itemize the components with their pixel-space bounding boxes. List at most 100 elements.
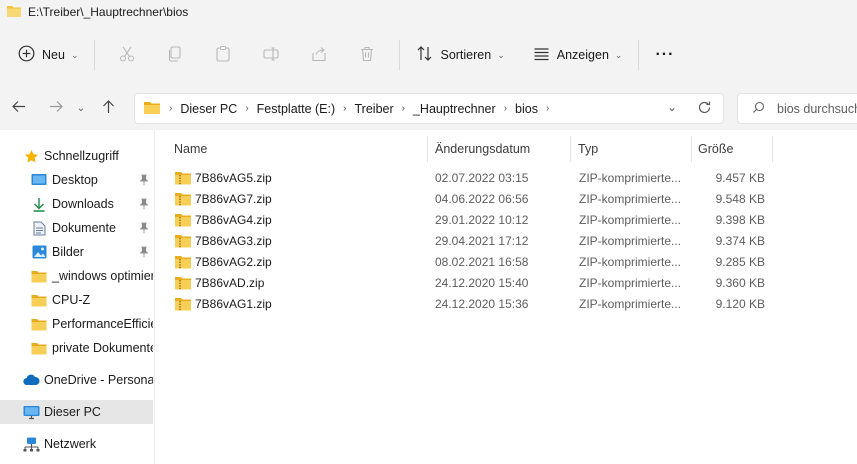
file-date: 24.12.2020 15:40 bbox=[435, 275, 529, 290]
sidebar-item-dokumente[interactable]: Dokumente bbox=[0, 216, 153, 240]
table-row[interactable]: 7B86vAG2.zip 08.02.2021 16:58 ZIP-kompri… bbox=[170, 251, 770, 272]
view-button[interactable]: Anzeigen ⌄ bbox=[525, 38, 631, 72]
sidebar-item-label: private Dokumente bbox=[52, 341, 153, 355]
file-type: ZIP-komprimierte... bbox=[579, 233, 682, 248]
breadcrumb-item[interactable]: Treiber bbox=[355, 102, 394, 116]
sidebar-item-onedrive[interactable]: OneDrive - Personal bbox=[0, 368, 153, 392]
file-name: 7B86vAG1.zip bbox=[195, 296, 272, 311]
file-type: ZIP-komprimierte... bbox=[579, 254, 682, 269]
column-divider[interactable] bbox=[772, 136, 773, 162]
column-header-date[interactable]: Änderungsdatum bbox=[435, 138, 530, 160]
sidebar-item-label: Dokumente bbox=[52, 221, 116, 235]
sidebar-item-downloads[interactable]: Downloads bbox=[0, 192, 153, 216]
sidebar-item-cpu-z[interactable]: CPU-Z bbox=[0, 288, 153, 312]
sidebar-item-label: Schnellzugriff bbox=[44, 149, 119, 163]
file-name: 7B86vAG3.zip bbox=[195, 233, 272, 248]
column-divider[interactable] bbox=[570, 136, 571, 162]
address-history-dropdown[interactable]: ⌄ bbox=[667, 100, 677, 114]
toolbar-divider bbox=[94, 40, 96, 70]
search-icon bbox=[752, 101, 765, 117]
file-size: 9.285 KB bbox=[715, 254, 765, 269]
rename-button[interactable] bbox=[254, 38, 288, 72]
folder-icon bbox=[30, 267, 48, 285]
clipboard-icon bbox=[214, 45, 232, 66]
forward-button[interactable] bbox=[41, 93, 71, 123]
sidebar-item-windows-optimier[interactable]: _windows optimier bbox=[0, 264, 153, 288]
download-icon bbox=[30, 195, 48, 213]
table-row[interactable]: 7B86vAG7.zip 04.06.2022 06:56 ZIP-kompri… bbox=[170, 188, 770, 209]
recent-locations-button[interactable]: ⌄ bbox=[71, 93, 91, 123]
cloud-icon bbox=[22, 371, 40, 389]
column-header-size[interactable]: Größe bbox=[698, 138, 733, 160]
back-button[interactable] bbox=[3, 93, 33, 123]
paste-button[interactable] bbox=[206, 38, 240, 72]
sidebar-item-label: CPU-Z bbox=[52, 293, 91, 307]
share-icon bbox=[310, 45, 328, 66]
file-size: 9.360 KB bbox=[715, 275, 765, 290]
arrow-right-icon bbox=[49, 99, 64, 117]
sidebar-item-desktop[interactable]: Desktop bbox=[0, 168, 153, 192]
file-date: 29.04.2021 17:12 bbox=[435, 233, 529, 248]
chevron-down-icon: ⌄ bbox=[70, 49, 79, 60]
file-size: 9.457 KB bbox=[715, 170, 765, 185]
breadcrumb-item[interactable]: _Hauptrechner bbox=[413, 102, 496, 116]
pin-icon bbox=[138, 246, 150, 258]
toolbar-divider bbox=[399, 40, 401, 70]
sidebar-item-label: Bilder bbox=[52, 245, 84, 259]
view-list-icon bbox=[533, 45, 550, 65]
column-divider[interactable] bbox=[691, 136, 692, 162]
file-date: 02.07.2022 03:15 bbox=[435, 170, 529, 185]
delete-button[interactable] bbox=[350, 38, 384, 72]
table-row[interactable]: 7B86vAG1.zip 24.12.2020 15:36 ZIP-kompri… bbox=[170, 293, 770, 314]
file-type: ZIP-komprimierte... bbox=[579, 296, 682, 311]
new-button[interactable]: Neu ⌄ bbox=[10, 38, 86, 72]
sort-button[interactable]: Sortieren ⌄ bbox=[408, 38, 512, 72]
folder-icon bbox=[143, 100, 161, 118]
search-placeholder: bios durchsuchen bbox=[777, 101, 857, 116]
chevron-right-icon: › bbox=[245, 103, 249, 114]
sidebar-item-dieser-pc[interactable]: Dieser PC bbox=[0, 400, 153, 424]
command-bar: Neu ⌄ Sortieren ⌄ Anzeigen ⌄ ··· bbox=[0, 24, 857, 86]
search-input[interactable]: bios durchsuchen bbox=[737, 93, 857, 124]
sidebar-item-label: Downloads bbox=[52, 197, 114, 211]
refresh-button[interactable] bbox=[697, 100, 712, 118]
share-button[interactable] bbox=[302, 38, 336, 72]
breadcrumb-item[interactable]: bios bbox=[515, 102, 538, 116]
more-options-button[interactable]: ··· bbox=[647, 38, 682, 72]
plus-circle-icon bbox=[18, 45, 35, 65]
up-button[interactable] bbox=[93, 93, 123, 123]
sidebar-item-schnellzugriff[interactable]: Schnellzugriff bbox=[0, 144, 153, 168]
copy-button[interactable] bbox=[158, 38, 192, 72]
sidebar-item-netzwerk[interactable]: Netzwerk bbox=[0, 432, 153, 456]
sidebar-item-bilder[interactable]: Bilder bbox=[0, 240, 153, 264]
file-name: 7B86vAG7.zip bbox=[195, 191, 272, 206]
chevron-right-icon: › bbox=[343, 103, 347, 114]
pin-icon bbox=[138, 222, 150, 234]
breadcrumb-item[interactable]: Dieser PC bbox=[180, 102, 237, 116]
navigation-bar: ⌄ › Dieser PC › Festplatte (E:) › Treibe… bbox=[0, 86, 857, 130]
column-divider[interactable] bbox=[427, 136, 428, 162]
column-header-type[interactable]: Typ bbox=[578, 138, 598, 160]
sidebar-item-label: _windows optimier bbox=[52, 269, 153, 283]
file-type: ZIP-komprimierte... bbox=[579, 275, 682, 290]
cut-button[interactable] bbox=[110, 38, 144, 72]
table-row[interactable]: 7B86vAG5.zip 02.07.2022 03:15 ZIP-kompri… bbox=[170, 167, 770, 188]
title-bar: E:\Treiber\_Hauptrechner\bios bbox=[0, 0, 857, 24]
folder-icon bbox=[30, 291, 48, 309]
sidebar-item-label: Dieser PC bbox=[44, 405, 101, 419]
table-row[interactable]: 7B86vAD.zip 24.12.2020 15:40 ZIP-komprim… bbox=[170, 272, 770, 293]
copy-icon bbox=[166, 45, 184, 66]
table-row[interactable]: 7B86vAG3.zip 29.04.2021 17:12 ZIP-kompri… bbox=[170, 230, 770, 251]
breadcrumb-item[interactable]: Festplatte (E:) bbox=[257, 102, 336, 116]
address-bar[interactable]: › Dieser PC › Festplatte (E:) › Treiber … bbox=[134, 93, 724, 124]
chevron-down-icon: ⌄ bbox=[614, 49, 623, 60]
sidebar-item-private-dokumente[interactable]: private Dokumente bbox=[0, 336, 153, 360]
folder-icon bbox=[6, 4, 22, 21]
sidebar-item-performanceefficie[interactable]: PerformanceEfficie bbox=[0, 312, 153, 336]
document-icon bbox=[30, 219, 48, 237]
chevron-right-icon: › bbox=[503, 103, 508, 114]
column-header-name[interactable]: Name bbox=[174, 138, 207, 160]
zip-folder-icon bbox=[174, 272, 192, 293]
table-row[interactable]: 7B86vAG4.zip 29.01.2022 10:12 ZIP-kompri… bbox=[170, 209, 770, 230]
sidebar-item-label: Desktop bbox=[52, 173, 98, 187]
